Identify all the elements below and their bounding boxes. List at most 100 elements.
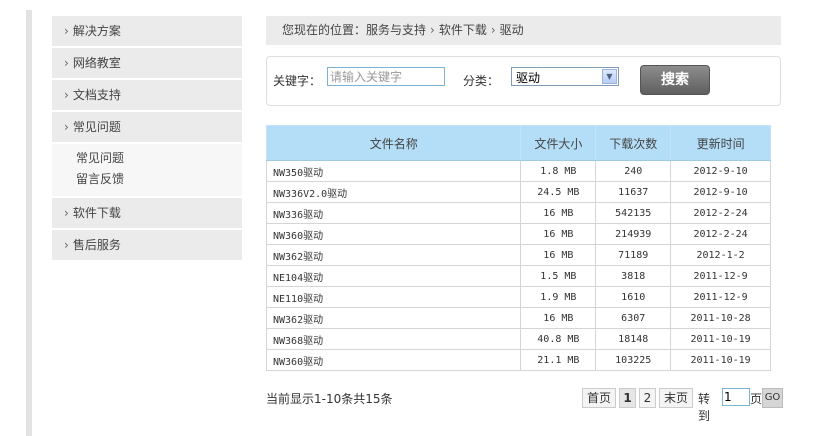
page-suffix-label: 页 [750, 392, 763, 406]
file-size: 16 MB [520, 244, 597, 266]
sidebar: › 解决方案 › 网络教室 › 文档支持 › 常见问题 常见问题 留言反馈 › 软件下载 … [52, 16, 242, 262]
go-button[interactable]: GO [762, 388, 783, 408]
category-select[interactable]: 驱动 ▼ [511, 67, 619, 86]
update-date: 2012-2-24 [670, 223, 771, 245]
breadcrumb-prefix: 您现在的位置： [282, 23, 367, 37]
table-row: NW362驱动 16 MB 6307 2011-10-28 [265, 307, 771, 329]
chevron-right-icon: › [64, 206, 69, 220]
table-row: NW336V2.0驱动 24.5 MB 11637 2012-9-10 [265, 181, 771, 203]
search-panel: 关键字： 分类： 驱动 ▼ 搜索 [266, 56, 781, 106]
chevron-right-icon: › [64, 238, 69, 252]
file-size: 16 MB [520, 223, 597, 245]
keyword-input[interactable] [327, 67, 445, 86]
download-count: 18148 [595, 328, 672, 350]
page-1-button[interactable]: 1 [619, 388, 636, 408]
table-header-row: 文件名称 文件大小 下载次数 更新时间 [265, 125, 771, 161]
sidebar-subitem-feedback[interactable]: 留言反馈 [76, 169, 242, 190]
file-size: 1.9 MB [520, 286, 597, 308]
file-name-link[interactable]: NW362驱动 [265, 244, 522, 266]
table-row: NW360驱动 16 MB 214939 2012-2-24 [265, 223, 771, 245]
column-header-filename: 文件名称 [265, 125, 522, 161]
update-date: 2011-10-28 [670, 307, 771, 329]
goto-page-input[interactable] [722, 388, 750, 406]
download-count: 542135 [595, 202, 672, 224]
update-date: 2011-10-19 [670, 349, 771, 371]
sidebar-item-docs[interactable]: › 文档支持 [52, 80, 242, 110]
breadcrumb-link-service[interactable]: 服务与支持 [366, 23, 426, 37]
file-size: 1.5 MB [520, 265, 597, 287]
file-name-link[interactable]: NE110驱动 [265, 286, 522, 308]
table-row: NW368驱动 40.8 MB 18148 2011-10-19 [265, 328, 771, 350]
update-date: 2012-9-10 [670, 181, 771, 203]
file-name-link[interactable]: NE104驱动 [265, 265, 522, 287]
left-edge-bar [26, 10, 32, 436]
table-row: NE110驱动 1.9 MB 1610 2011-12-9 [265, 286, 771, 308]
file-name-link[interactable]: NW368驱动 [265, 328, 522, 350]
file-name-link[interactable]: NW350驱动 [265, 160, 522, 182]
first-page-button[interactable]: 首页 [582, 388, 616, 408]
keyword-label: 关键字： [273, 74, 322, 88]
download-count: 103225 [595, 349, 672, 371]
chevron-right-icon: › [64, 88, 69, 102]
download-count: 1610 [595, 286, 672, 308]
main-content: 您现在的位置：服务与支持›软件下载›驱动 关键字： 分类： 驱动 ▼ 搜索 [266, 16, 781, 106]
download-count: 71189 [595, 244, 672, 266]
chevron-right-icon: › [430, 23, 435, 37]
file-name-link[interactable]: NW360驱动 [265, 349, 522, 371]
update-date: 2012-9-10 [670, 160, 771, 182]
download-count: 214939 [595, 223, 672, 245]
table-row: NW350驱动 1.8 MB 240 2012-9-10 [265, 160, 771, 182]
table-row: NW360驱动 21.1 MB 103225 2011-10-19 [265, 349, 771, 371]
file-size: 40.8 MB [520, 328, 597, 350]
sidebar-subitem-faq[interactable]: 常见问题 [76, 148, 242, 169]
file-name-link[interactable]: NW362驱动 [265, 307, 522, 329]
last-page-button[interactable]: 末页 [659, 388, 693, 408]
file-size: 24.5 MB [520, 181, 597, 203]
column-header-size: 文件大小 [520, 125, 597, 161]
update-date: 2012-1-2 [670, 244, 771, 266]
file-name-link[interactable]: NW360驱动 [265, 223, 522, 245]
chevron-right-icon: › [490, 23, 496, 37]
sidebar-item-label: 网络教室 [72, 56, 121, 70]
file-size: 16 MB [520, 307, 597, 329]
breadcrumb: 您现在的位置：服务与支持 › 软件下载 › 驱动 [266, 16, 781, 45]
download-count: 6307 [595, 307, 672, 329]
sidebar-item-after-sales[interactable]: › 售后服务 [52, 230, 242, 260]
update-date: 2012-2-24 [670, 202, 771, 224]
breadcrumb-link-downloads[interactable]: 软件下载 [439, 23, 487, 37]
file-size: 1.8 MB [520, 160, 597, 182]
page-2-button[interactable]: 2 [639, 388, 656, 408]
sidebar-item-label: 常见问题 [72, 120, 121, 134]
table-row: NW336驱动 16 MB 542135 2012-2-24 [265, 202, 771, 224]
update-date: 2011-12-9 [670, 286, 771, 308]
result-count: 当前显示1-10条共15条 [266, 392, 393, 406]
file-size: 21.1 MB [520, 349, 597, 371]
goto-label: 转到 [698, 392, 711, 423]
file-name-link[interactable]: NW336驱动 [265, 202, 522, 224]
update-date: 2011-12-9 [670, 265, 771, 287]
sidebar-item-online-classroom[interactable]: › 网络教室 [52, 48, 242, 78]
download-count: 240 [595, 160, 672, 182]
table-row: NE104驱动 1.5 MB 3818 2011-12-9 [265, 265, 771, 287]
chevron-right-icon: › [64, 56, 69, 70]
sidebar-item-faq[interactable]: › 常见问题 [52, 112, 242, 142]
file-name-link[interactable]: NW336V2.0驱动 [265, 181, 522, 203]
sidebar-item-label: 解决方案 [72, 24, 121, 38]
file-size: 16 MB [520, 202, 597, 224]
table-row: NW362驱动 16 MB 71189 2012-1-2 [265, 244, 771, 266]
breadcrumb-current: 驱动 [499, 23, 524, 37]
update-date: 2011-10-19 [670, 328, 771, 350]
chevron-down-icon[interactable]: ▼ [602, 69, 617, 84]
download-count: 3818 [595, 265, 672, 287]
category-select-value: 驱动 [516, 71, 541, 85]
category-label: 分类： [463, 74, 500, 88]
file-table: 文件名称 文件大小 下载次数 更新时间 NW350驱动 1.8 MB 240 2… [265, 125, 771, 371]
column-header-downloads: 下载次数 [595, 125, 672, 161]
chevron-right-icon: › [64, 24, 69, 38]
sidebar-item-downloads[interactable]: › 软件下载 [52, 198, 242, 228]
sidebar-submenu: 常见问题 留言反馈 [52, 144, 242, 196]
search-button[interactable]: 搜索 [640, 65, 710, 95]
sidebar-item-label: 文档支持 [72, 88, 121, 102]
sidebar-item-solutions[interactable]: › 解决方案 [52, 16, 242, 46]
sidebar-item-label: 软件下载 [72, 206, 121, 220]
